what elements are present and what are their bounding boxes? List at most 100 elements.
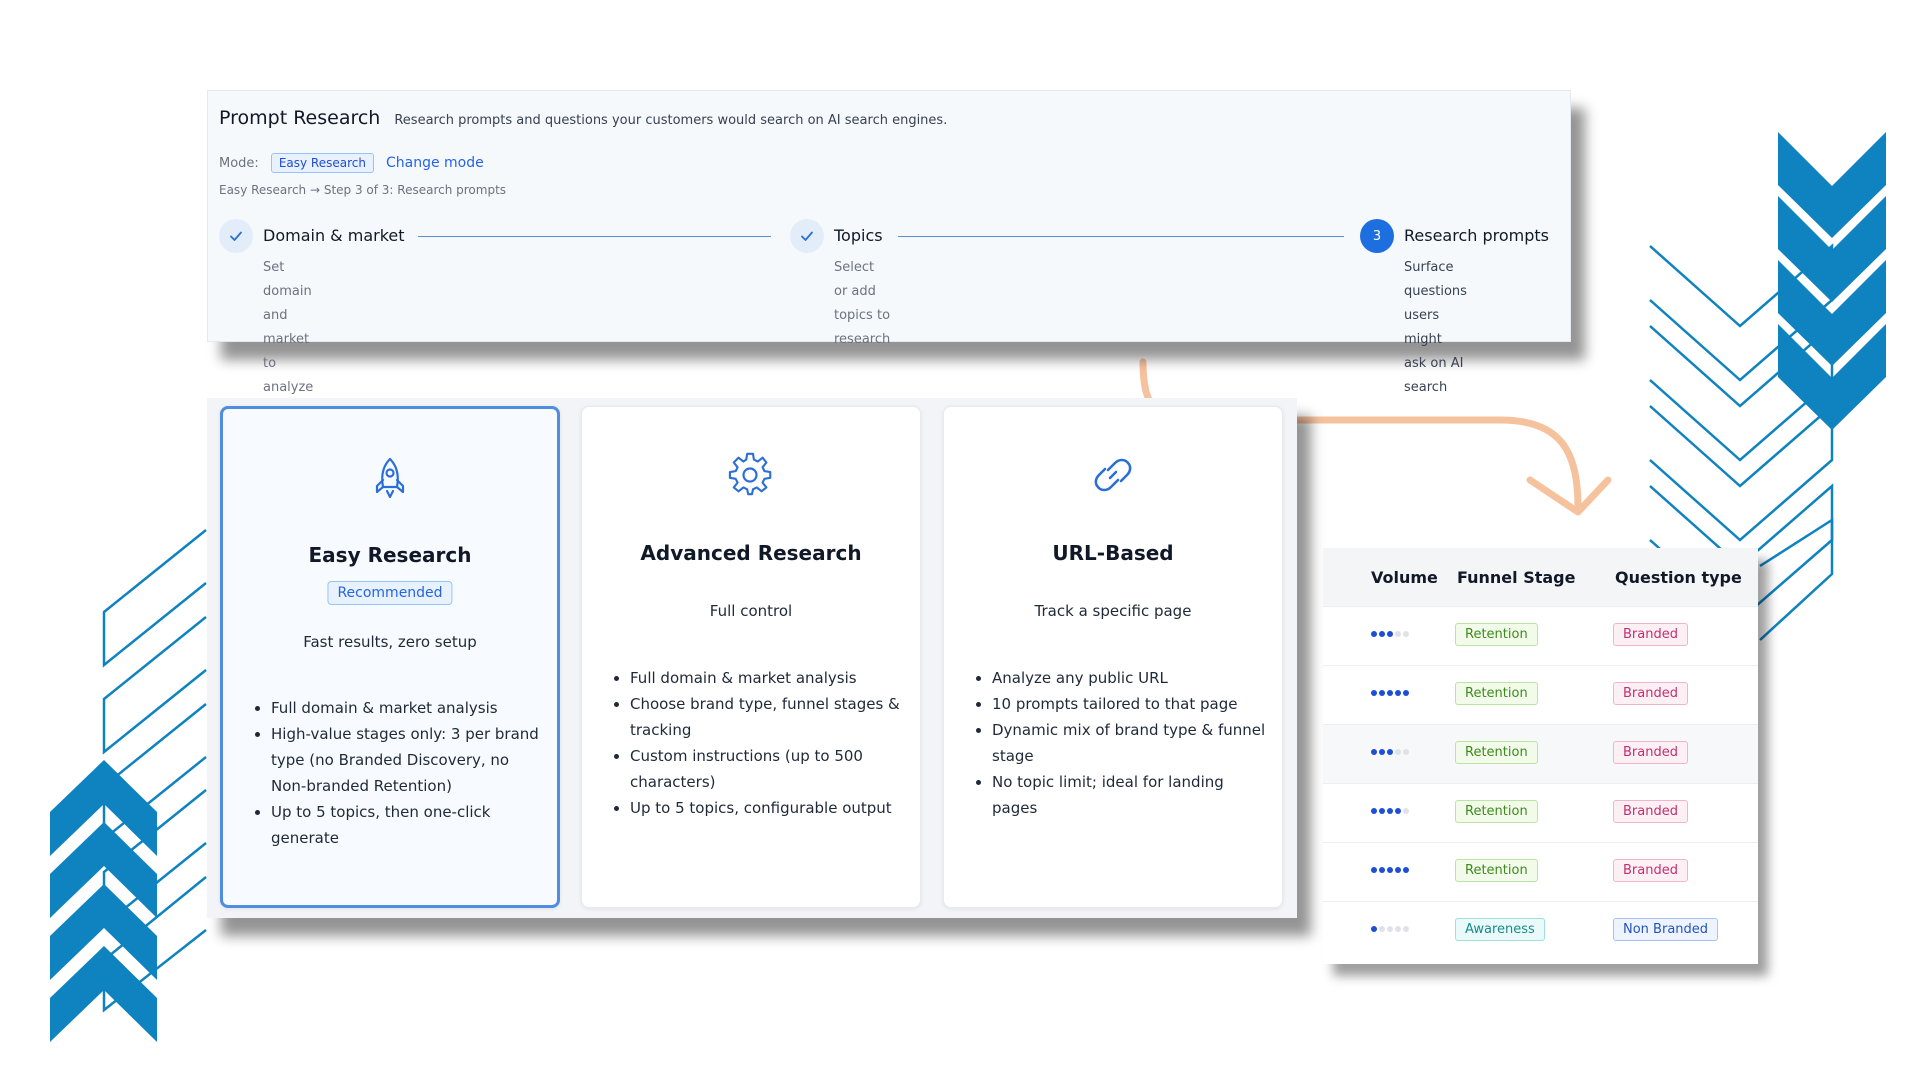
step-description: Set domain and market to analyze — [263, 256, 313, 400]
funnel-stage-tag: Retention — [1455, 800, 1538, 823]
volume-dot — [1403, 808, 1409, 814]
gear-icon — [582, 452, 920, 500]
mode-label: Mode: — [219, 155, 259, 171]
step-title: Research prompts — [1404, 226, 1549, 245]
research-mode-cards-panel: Easy Research Recommended Fast results, … — [207, 398, 1297, 918]
volume-dot — [1387, 631, 1393, 637]
card-feature-item: No topic limit; ideal for landing pages — [992, 769, 1266, 821]
check-icon — [790, 219, 824, 253]
volume-dot — [1379, 808, 1385, 814]
change-mode-link[interactable]: Change mode — [386, 155, 484, 171]
step-description-line: Surface questions — [1404, 260, 1467, 299]
card-feature-item: Full domain & market analysis — [271, 695, 541, 721]
step-description-line: users might ask on AI — [1404, 308, 1464, 371]
advanced-research-card[interactable]: Advanced Research Full control Full doma… — [581, 406, 921, 908]
funnel-stage-tag: Retention — [1455, 623, 1538, 646]
title-row: Prompt Research Research prompts and que… — [219, 107, 947, 129]
page-subtitle: Research prompts and questions your cust… — [394, 113, 948, 128]
page-title: Prompt Research — [219, 107, 381, 129]
step-title: Topics — [834, 226, 883, 245]
card-feature-item: Full domain & market analysis — [630, 665, 904, 691]
card-feature-item: Dynamic mix of brand type & funnel stage — [992, 717, 1266, 769]
card-feature-item: High-value stages only: 3 per brand type… — [271, 721, 541, 799]
volume-dot — [1387, 749, 1393, 755]
card-feature-item: Choose brand type, funnel stages & track… — [630, 691, 904, 743]
volume-indicator — [1371, 749, 1409, 755]
funnel-stage-tag: Awareness — [1455, 918, 1545, 941]
check-icon — [219, 219, 253, 253]
step-connector-line — [898, 236, 1344, 237]
card-title: Easy Research — [308, 543, 472, 567]
table-row[interactable]: Retention Branded — [1323, 665, 1758, 724]
column-header-funnel-stage[interactable]: Funnel Stage — [1457, 568, 1575, 587]
right-solid-chevrons-decoration — [1778, 132, 1886, 430]
card-feature-list: Analyze any public URL 10 prompts tailor… — [972, 665, 1266, 821]
step-description: Select or add topics to research — [834, 256, 890, 352]
card-tagline: Track a specific page — [1034, 602, 1192, 620]
card-tagline: Full control — [709, 602, 793, 620]
mode-badge: Easy Research — [270, 153, 374, 173]
card-feature-item: Up to 5 topics, then one-click generate — [271, 799, 541, 851]
card-feature-item: Analyze any public URL — [992, 665, 1266, 691]
volume-dot — [1387, 926, 1393, 932]
volume-dot — [1387, 808, 1393, 814]
volume-dot — [1379, 749, 1385, 755]
volume-dot — [1371, 926, 1377, 932]
volume-dot — [1403, 867, 1409, 873]
question-type-tag: Branded — [1613, 623, 1688, 646]
step-description-line: market to analyze — [263, 332, 314, 395]
table-row[interactable]: Retention Branded — [1323, 842, 1758, 901]
step-number-badge: 3 — [1360, 219, 1394, 253]
volume-indicator — [1371, 867, 1409, 873]
rocket-icon — [223, 454, 557, 502]
card-feature-item: 10 prompts tailored to that page — [992, 691, 1266, 717]
step-description: Surface questions users might ask on AI … — [1404, 256, 1467, 400]
question-type-tag: Non Branded — [1613, 918, 1719, 941]
volume-dot — [1395, 808, 1401, 814]
link-icon — [944, 452, 1282, 500]
question-type-tag: Branded — [1613, 682, 1688, 705]
volume-dot — [1371, 867, 1377, 873]
column-header-volume[interactable]: Volume — [1371, 568, 1438, 587]
volume-dot — [1379, 867, 1385, 873]
volume-dot — [1371, 808, 1377, 814]
step-description-line: research — [834, 332, 891, 347]
volume-dot — [1395, 926, 1401, 932]
step-description-line: Select or add topics to — [834, 260, 891, 323]
step-title: Domain & market — [263, 226, 405, 245]
volume-dot — [1395, 749, 1401, 755]
volume-dot — [1379, 690, 1385, 696]
volume-dot — [1387, 690, 1393, 696]
volume-dot — [1403, 926, 1409, 932]
card-feature-list: Full domain & market analysis High-value… — [251, 695, 541, 851]
volume-dot — [1379, 631, 1385, 637]
card-feature-list: Full domain & market analysis Choose bra… — [610, 665, 904, 821]
column-header-question-type[interactable]: Question type — [1615, 568, 1742, 587]
table-row[interactable]: Retention Branded — [1323, 724, 1758, 783]
volume-dot — [1395, 690, 1401, 696]
question-type-tag: Branded — [1613, 800, 1688, 823]
prompt-results-table: Volume Funnel Stage Question type Retent… — [1323, 548, 1758, 964]
volume-dot — [1379, 926, 1385, 932]
table-row[interactable]: Retention Branded — [1323, 783, 1758, 842]
volume-dot — [1371, 749, 1377, 755]
volume-dot — [1395, 867, 1401, 873]
card-title: URL-Based — [1052, 541, 1174, 565]
volume-dot — [1403, 631, 1409, 637]
funnel-stage-tag: Retention — [1455, 682, 1538, 705]
volume-indicator — [1371, 808, 1409, 814]
question-type-tag: Branded — [1613, 859, 1688, 882]
table-row[interactable]: Awareness Non Branded — [1323, 901, 1758, 960]
volume-indicator — [1371, 631, 1409, 637]
card-tagline: Fast results, zero setup — [303, 633, 477, 651]
recommended-badge: Recommended — [327, 581, 453, 605]
prompt-research-header-panel: Prompt Research Research prompts and que… — [207, 90, 1571, 395]
table-row[interactable]: Retention Branded — [1323, 606, 1758, 665]
funnel-stage-tag: Retention — [1455, 741, 1538, 764]
volume-dot — [1395, 631, 1401, 637]
card-feature-item: Up to 5 topics, configurable output — [630, 795, 904, 821]
url-based-card[interactable]: URL-Based Track a specific page Analyze … — [943, 406, 1283, 908]
volume-dot — [1371, 690, 1377, 696]
card-title: Advanced Research — [640, 541, 862, 565]
easy-research-card[interactable]: Easy Research Recommended Fast results, … — [220, 406, 560, 908]
